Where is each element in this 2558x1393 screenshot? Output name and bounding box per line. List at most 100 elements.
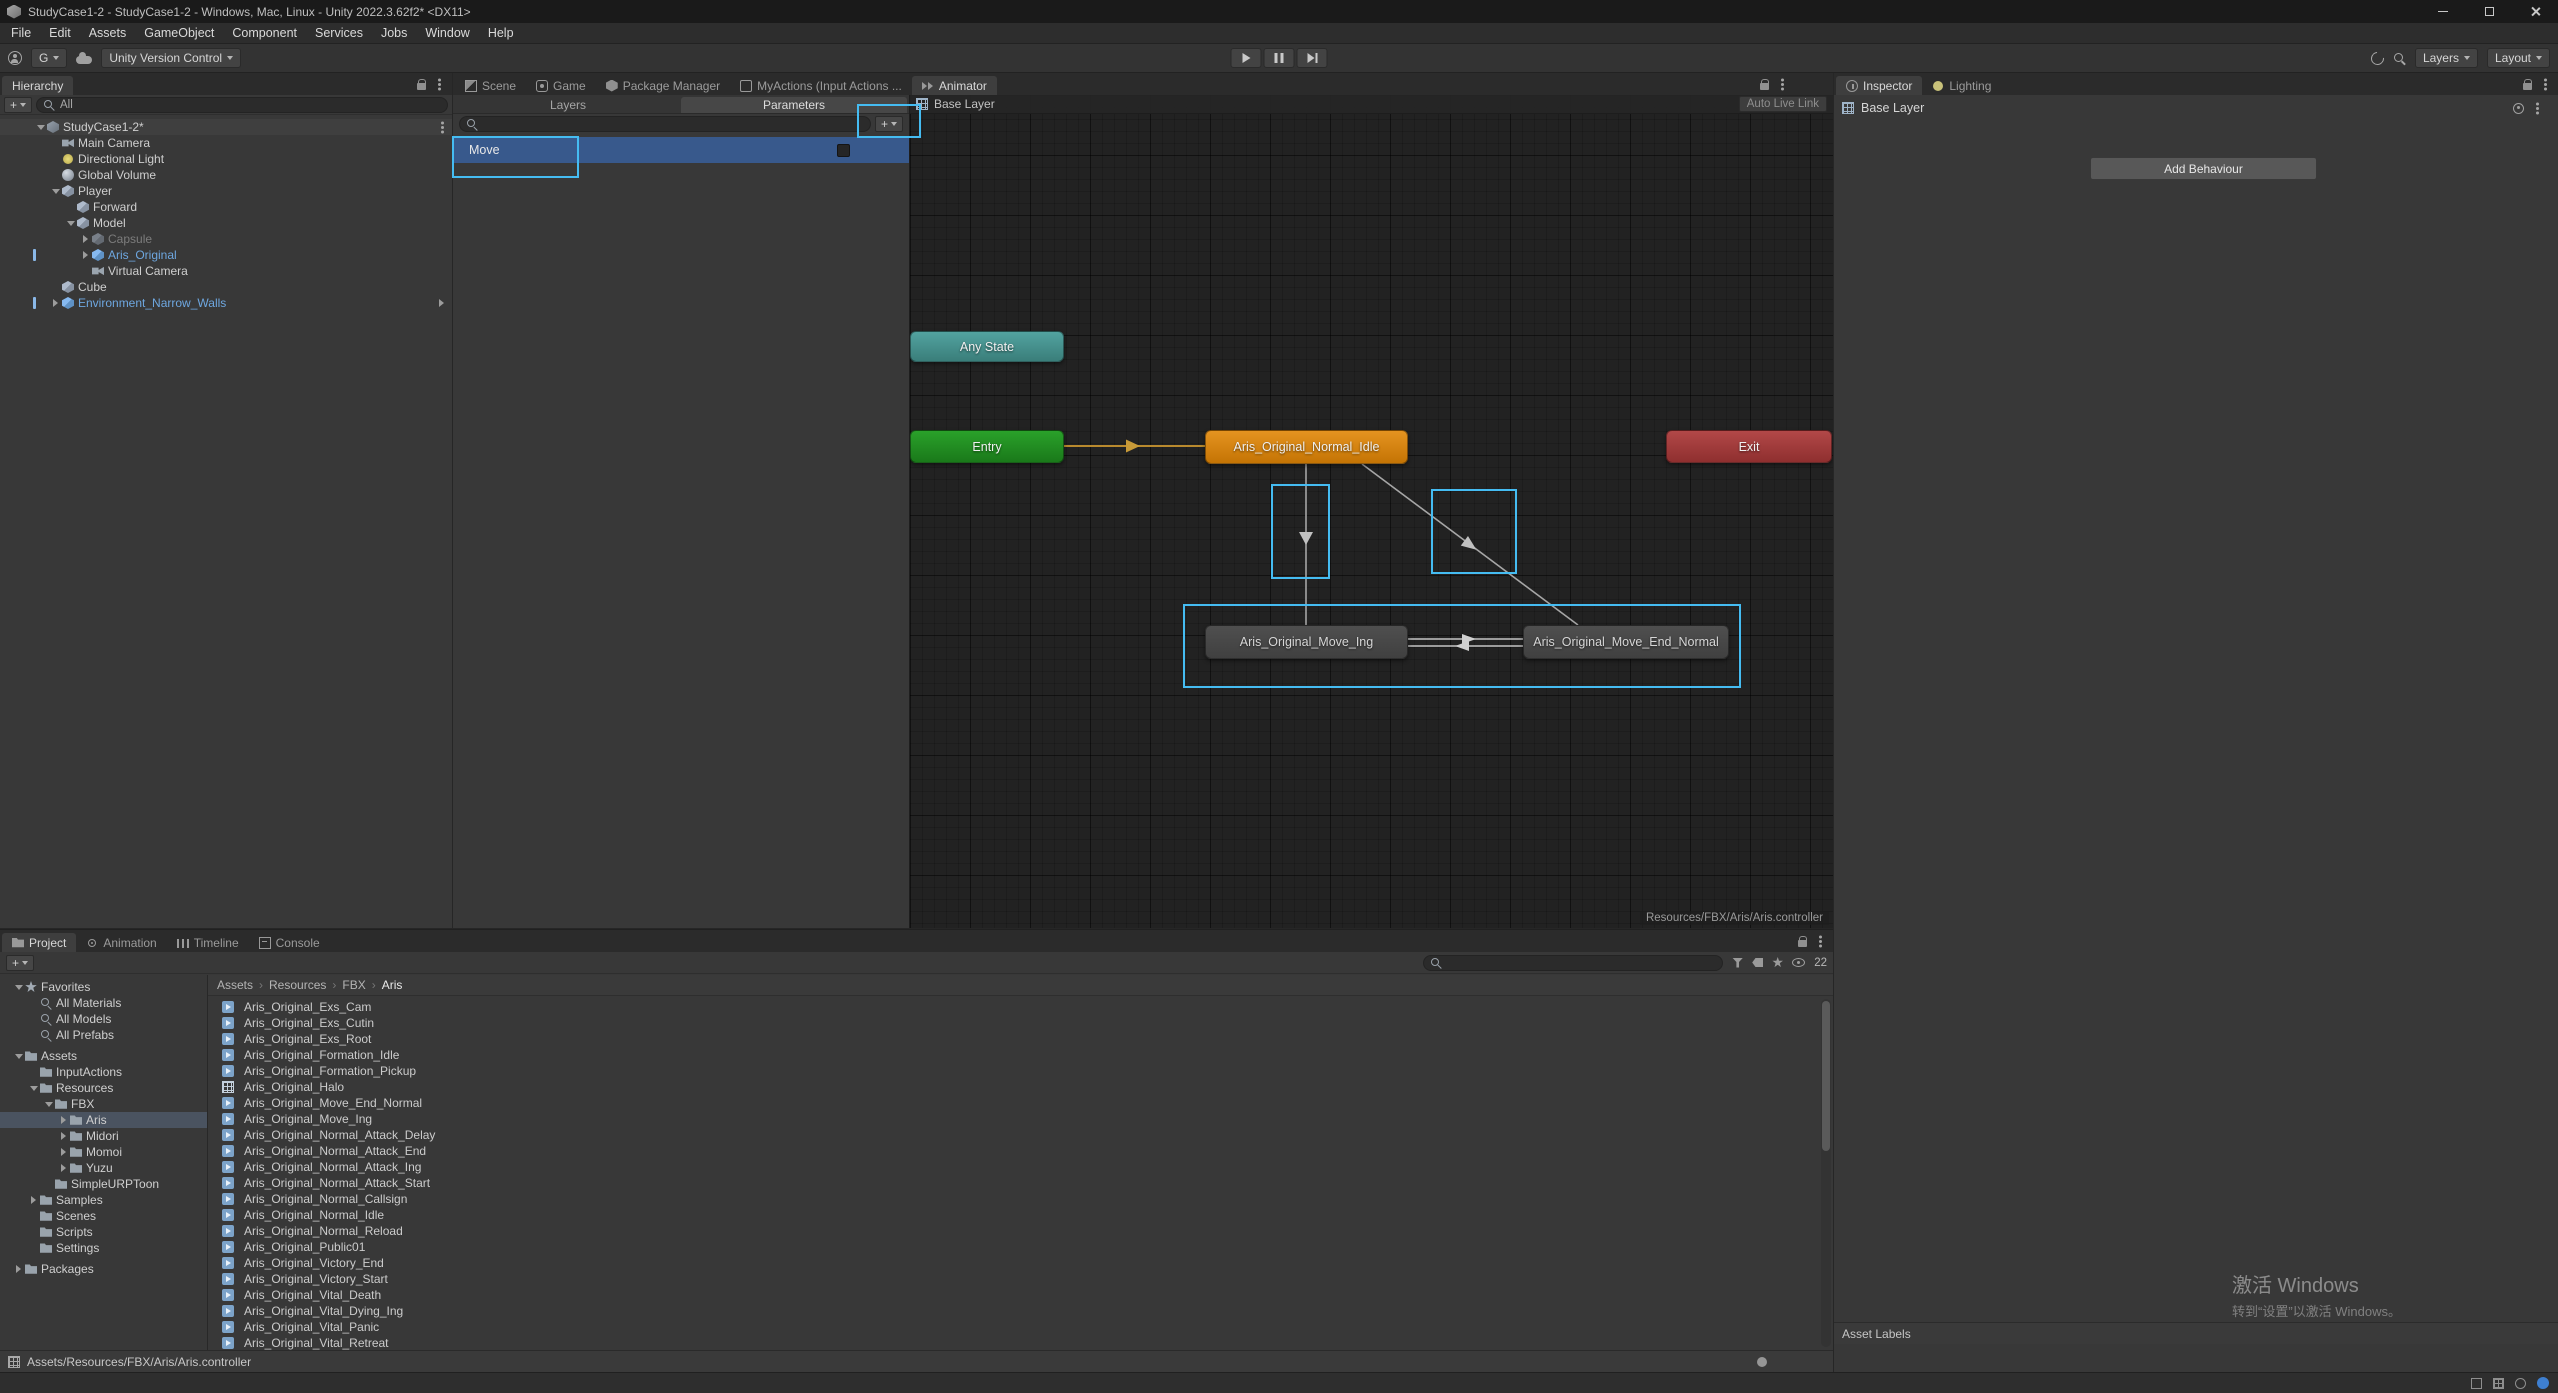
- scene-options-icon[interactable]: [441, 126, 444, 129]
- collapse-arrow-icon[interactable]: [12, 1263, 25, 1276]
- kebab-menu-icon[interactable]: [2536, 107, 2539, 110]
- tab-hierarchy[interactable]: Hierarchy: [2, 76, 73, 95]
- scrollbar-thumb[interactable]: [1822, 1001, 1830, 1151]
- expand-arrow-icon[interactable]: [12, 1050, 25, 1063]
- project-tree-item-inputactions[interactable]: InputActions: [0, 1064, 207, 1080]
- file-item-aris-original-public01[interactable]: Aris_Original_Public01: [208, 1239, 1819, 1255]
- project-tree-item-packages[interactable]: Packages: [0, 1261, 207, 1277]
- hidden-packages-icon[interactable]: [1792, 958, 1805, 967]
- layout-dropdown[interactable]: Layout: [2487, 48, 2550, 68]
- collapse-arrow-icon[interactable]: [49, 297, 62, 310]
- expand-arrow-icon[interactable]: [12, 981, 25, 994]
- file-item-aris-original-normal-attack-ing[interactable]: Aris_Original_Normal_Attack_Ing: [208, 1159, 1819, 1175]
- step-button[interactable]: [1297, 48, 1328, 68]
- close-button[interactable]: [2512, 0, 2558, 23]
- breadcrumb-item-resources[interactable]: Resources: [269, 978, 326, 992]
- collapse-arrow-icon[interactable]: [27, 1194, 40, 1207]
- parameter-search-input[interactable]: [459, 116, 871, 132]
- menu-item-file[interactable]: File: [2, 23, 40, 43]
- file-item-aris-original-victory-start[interactable]: Aris_Original_Victory_Start: [208, 1271, 1819, 1287]
- project-tree-item-all-materials[interactable]: All Materials: [0, 995, 207, 1011]
- file-item-aris-original-move-ing[interactable]: Aris_Original_Move_Ing: [208, 1111, 1819, 1127]
- hierarchy-add-button[interactable]: +: [4, 97, 32, 113]
- play-button[interactable]: [1231, 48, 1262, 68]
- file-item-aris-original-normal-reload[interactable]: Aris_Original_Normal_Reload: [208, 1223, 1819, 1239]
- package-status-icon[interactable]: [2493, 1378, 2504, 1389]
- hierarchy-item-capsule[interactable]: Capsule: [0, 231, 452, 247]
- file-item-aris-original-exs-root[interactable]: Aris_Original_Exs_Root: [208, 1031, 1819, 1047]
- project-tree-item-scenes[interactable]: Scenes: [0, 1208, 207, 1224]
- breadcrumb-item-fbx[interactable]: FBX: [342, 978, 365, 992]
- hierarchy-item-forward[interactable]: Forward: [0, 199, 452, 215]
- kebab-menu-icon[interactable]: [2544, 83, 2547, 86]
- collapse-arrow-icon[interactable]: [57, 1146, 70, 1159]
- file-item-aris-original-halo[interactable]: Aris_Original_Halo: [208, 1079, 1819, 1095]
- transition-entry-to-idle[interactable]: [1064, 440, 1205, 453]
- tab-myactions-input-actions[interactable]: MyActions (Input Actions ...: [730, 76, 912, 95]
- breadcrumb-base-layer[interactable]: Base Layer: [934, 97, 995, 111]
- state-node-entry[interactable]: Entry: [910, 430, 1064, 463]
- breadcrumb-item-aris[interactable]: Aris: [382, 978, 403, 992]
- file-item-aris-original-victory-end[interactable]: Aris_Original_Victory_End: [208, 1255, 1819, 1271]
- file-item-aris-original-normal-attack-end[interactable]: Aris_Original_Normal_Attack_End: [208, 1143, 1819, 1159]
- project-tree-item-settings[interactable]: Settings: [0, 1240, 207, 1256]
- state-node-aris-original-normal-idle[interactable]: Aris_Original_Normal_Idle: [1205, 430, 1408, 464]
- hierarchy-item-global-volume[interactable]: Global Volume: [0, 167, 452, 183]
- expand-arrow-icon[interactable]: [64, 217, 77, 230]
- menu-item-jobs[interactable]: Jobs: [372, 23, 416, 43]
- hierarchy-item-model[interactable]: Model: [0, 215, 452, 231]
- file-item-aris-original-normal-idle[interactable]: Aris_Original_Normal_Idle: [208, 1207, 1819, 1223]
- asset-labels-header[interactable]: Asset Labels: [1834, 1322, 2558, 1344]
- tab-animation[interactable]: Animation: [76, 933, 166, 952]
- tab-scene[interactable]: Scene: [455, 76, 526, 95]
- menu-item-help[interactable]: Help: [479, 23, 523, 43]
- state-graph[interactable]: Base Layer Auto Live Link Resources/FBX/…: [909, 95, 1833, 928]
- create-asset-button[interactable]: +: [6, 955, 34, 971]
- transition-idle-to-move-end[interactable]: [1362, 464, 1578, 625]
- expand-arrow-icon[interactable]: [49, 185, 62, 198]
- hierarchy-item-main-camera[interactable]: Main Camera: [0, 135, 452, 151]
- menu-item-component[interactable]: Component: [223, 23, 306, 43]
- expand-arrow-icon[interactable]: [27, 1082, 40, 1095]
- menu-item-window[interactable]: Window: [416, 23, 478, 43]
- lock-icon[interactable]: [1798, 940, 1807, 947]
- kebab-menu-icon[interactable]: [1781, 83, 1784, 86]
- file-item-aris-original-vital-retreat[interactable]: Aris_Original_Vital_Retreat: [208, 1335, 1819, 1350]
- lock-icon[interactable]: [2523, 83, 2532, 90]
- file-item-aris-original-vital-dying-ing[interactable]: Aris_Original_Vital_Dying_Ing: [208, 1303, 1819, 1319]
- expand-arrow-icon[interactable]: [42, 1098, 55, 1111]
- hierarchy-item-environment-narrow-walls[interactable]: Environment_Narrow_Walls: [0, 295, 452, 311]
- hierarchy-item-cube[interactable]: Cube: [0, 279, 452, 295]
- cloud-sync-status-icon[interactable]: [2537, 1377, 2549, 1389]
- collapse-arrow-icon[interactable]: [79, 233, 92, 246]
- version-control-dropdown[interactable]: Unity Version Control: [101, 48, 241, 68]
- tab-game[interactable]: Game: [526, 76, 596, 95]
- auto-live-link-toggle[interactable]: Auto Live Link: [1739, 96, 1827, 112]
- search-by-type-icon[interactable]: [1732, 958, 1743, 968]
- project-tree-item-scripts[interactable]: Scripts: [0, 1224, 207, 1240]
- tab-console[interactable]: Console: [249, 933, 330, 952]
- file-item-aris-original-formation-pickup[interactable]: Aris_Original_Formation_Pickup: [208, 1063, 1819, 1079]
- prefab-open-chevron-icon[interactable]: [439, 299, 444, 307]
- hierarchy-item-aris-original[interactable]: Aris_Original: [0, 247, 452, 263]
- expand-arrow-icon[interactable]: [34, 121, 47, 134]
- search-by-label-icon[interactable]: [1752, 958, 1763, 967]
- file-item-aris-original-exs-cam[interactable]: Aris_Original_Exs_Cam: [208, 999, 1819, 1015]
- menu-item-gameobject[interactable]: GameObject: [135, 23, 223, 43]
- search-icon[interactable]: [2393, 52, 2406, 65]
- project-search-input[interactable]: [1423, 955, 1723, 971]
- tab-animator[interactable]: Animator: [912, 76, 997, 95]
- minimize-button[interactable]: [2420, 0, 2466, 23]
- file-item-aris-original-exs-cutin[interactable]: Aris_Original_Exs_Cutin: [208, 1015, 1819, 1031]
- hierarchy-item-studycase1-2[interactable]: StudyCase1-2*: [0, 119, 452, 135]
- project-tree-item-yuzu[interactable]: Yuzu: [0, 1160, 207, 1176]
- cloud-icon[interactable]: [76, 56, 92, 64]
- parameter-row-move[interactable]: Move: [453, 137, 909, 163]
- collapse-arrow-icon[interactable]: [57, 1114, 70, 1127]
- state-node-exit[interactable]: Exit: [1666, 430, 1832, 463]
- hierarchy-item-directional-light[interactable]: Directional Light: [0, 151, 452, 167]
- background-tasks-icon[interactable]: [2471, 1378, 2482, 1389]
- hierarchy-search-input[interactable]: All: [36, 97, 448, 113]
- lock-icon[interactable]: [1760, 83, 1769, 90]
- menu-item-assets[interactable]: Assets: [80, 23, 136, 43]
